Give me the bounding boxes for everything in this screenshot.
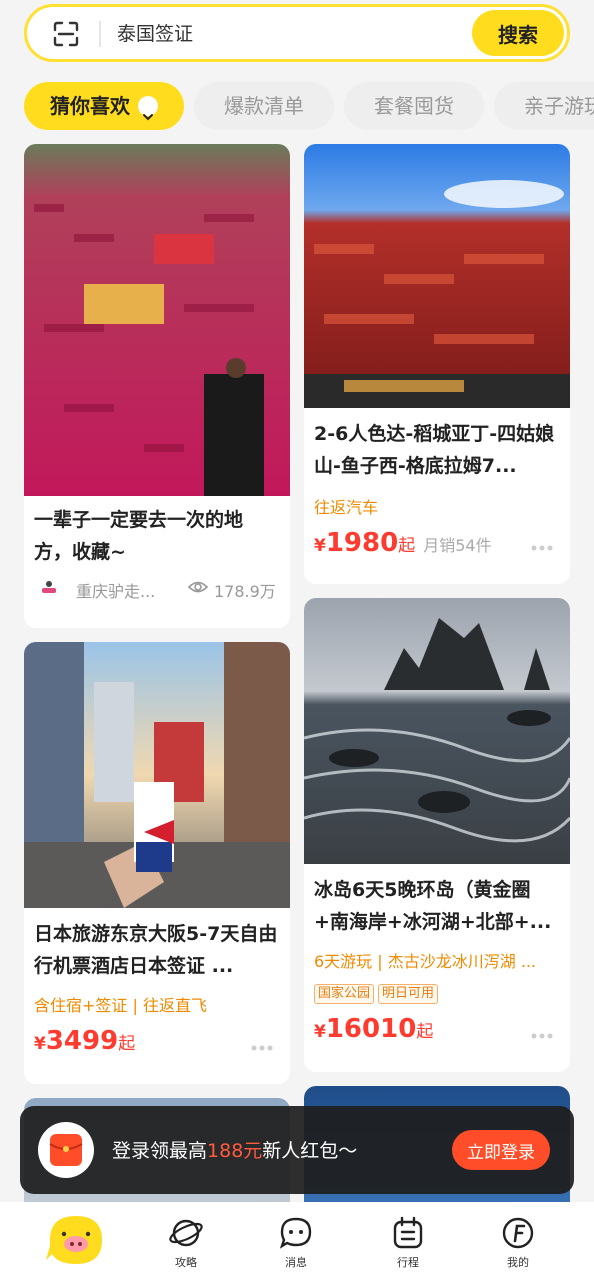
tab-label: 套餐囤货 — [374, 94, 454, 118]
price-currency: ¥ — [314, 536, 326, 556]
chevron-down-icon — [138, 95, 158, 120]
promo-text-before: 登录领最高 — [112, 1140, 208, 1162]
card-image-iceland — [304, 598, 570, 864]
price-suffix: 起 — [416, 1022, 434, 1042]
search-button[interactable]: 搜索 — [472, 10, 564, 56]
nav-item-messages[interactable]: 消息 — [266, 1216, 326, 1270]
category-tabs: 猜你喜欢 爆款清单 套餐囤货 亲子游玩 — [0, 80, 594, 134]
search-bar: 搜索 — [24, 4, 570, 62]
badge: 明日可用 — [378, 984, 439, 1004]
message-icon — [279, 1217, 312, 1249]
monthly-sales: 月销54件 — [423, 536, 492, 555]
nav-item-guide[interactable]: 攻略 — [156, 1216, 216, 1270]
nav-item-home[interactable] — [44, 1210, 108, 1270]
nav-label: 攻略 — [175, 1256, 197, 1269]
view-count: 178.9万 — [214, 582, 276, 601]
red-packet-icon — [38, 1122, 94, 1178]
price: ¥16010起 — [314, 1014, 433, 1044]
card-tags: 含住宿+签证 | 往返直飞 — [34, 996, 207, 1015]
price-suffix: 起 — [398, 536, 416, 556]
tab-hot-list[interactable]: 爆款清单 — [194, 82, 334, 130]
card-title: 日本旅游东京大阪5-7天自由行机票酒店日本签证 ... — [34, 923, 278, 977]
card-image-seda — [304, 144, 570, 408]
tab-label: 亲子游玩 — [524, 94, 594, 118]
eye-icon — [188, 581, 208, 593]
promo-amount: 188元 — [207, 1140, 263, 1162]
price: ¥3499起 — [34, 1026, 135, 1056]
badge-row: 国家公园 明日可用 — [314, 982, 442, 1004]
card-title: 2-6人色达-稻城亚丁-四姑娘山-鱼子西-格底拉姆7... — [314, 423, 555, 477]
more-icon[interactable] — [530, 544, 554, 552]
nav-label: 消息 — [285, 1256, 307, 1269]
search-divider — [99, 21, 101, 47]
card-title: 冰岛6天5晚环岛（黄金圈+南海岸+冰河湖+北部+... — [314, 879, 552, 933]
promo-text-after: 新人红包～ — [262, 1140, 358, 1162]
card-tags: 往返汽车 — [314, 498, 379, 517]
price-suffix: 起 — [118, 1034, 136, 1054]
more-icon[interactable] — [250, 1044, 274, 1052]
price-value: 3499 — [45, 1026, 119, 1056]
tab-label: 猜你喜欢 — [50, 94, 130, 118]
tab-package-deals[interactable]: 套餐囤货 — [344, 82, 484, 130]
note-card[interactable]: 一辈子一定要去一次的地方，收藏~ 重庆驴走... 178.9万 — [24, 144, 290, 628]
tab-label: 爆款清单 — [224, 94, 304, 118]
planet-icon — [169, 1219, 203, 1247]
login-now-button[interactable]: 立即登录 — [452, 1130, 550, 1170]
login-banner[interactable]: 登录领最高188元新人红包～ 立即登录 — [20, 1106, 574, 1194]
product-card[interactable]: 2-6人色达-稻城亚丁-四姑娘山-鱼子西-格底拉姆7... 往返汽车 ¥1980… — [304, 144, 570, 584]
nav-item-itinerary[interactable]: 行程 — [378, 1216, 438, 1270]
tab-family-travel[interactable]: 亲子游玩 — [494, 82, 594, 130]
home-mascot-icon — [46, 1216, 102, 1264]
price-currency: ¥ — [34, 1034, 46, 1054]
card-image-tokyo — [24, 642, 290, 908]
itinerary-icon — [393, 1216, 423, 1249]
search-input[interactable] — [117, 17, 457, 51]
nav-label: 行程 — [397, 1256, 419, 1269]
bottom-nav: 攻略 消息 行程 我的 — [0, 1202, 594, 1280]
profile-icon — [502, 1217, 534, 1249]
price-value: 16010 — [325, 1014, 417, 1044]
price-currency: ¥ — [314, 1022, 326, 1042]
product-card[interactable]: 日本旅游东京大阪5-7天自由行机票酒店日本签证 ... 含住宿+签证 | 往返直… — [24, 642, 290, 1084]
product-card[interactable]: 冰岛6天5晚环岛（黄金圈+南海岸+冰河湖+北部+... 6天游玩 | 杰古沙龙冰… — [304, 598, 570, 1072]
more-icon[interactable] — [530, 1032, 554, 1040]
scan-icon[interactable] — [53, 21, 79, 47]
price-value: 1980 — [325, 528, 399, 558]
login-promo-text: 登录领最高188元新人红包～ — [112, 1136, 357, 1163]
nav-label: 我的 — [507, 1256, 529, 1269]
price: ¥1980起 月销54件 — [314, 528, 492, 558]
nav-item-profile[interactable]: 我的 — [488, 1216, 548, 1270]
tab-guess-you-like[interactable]: 猜你喜欢 — [24, 82, 184, 130]
author-avatar-icon — [39, 577, 59, 597]
card-tags: 6天游玩 | 杰古沙龙冰川泻湖 ... — [314, 952, 537, 971]
badge: 国家公园 — [314, 984, 375, 1004]
author-name: 重庆驴走... — [76, 582, 156, 601]
card-image-larung-gar — [24, 144, 290, 496]
card-title: 一辈子一定要去一次的地方，收藏~ — [34, 509, 244, 563]
